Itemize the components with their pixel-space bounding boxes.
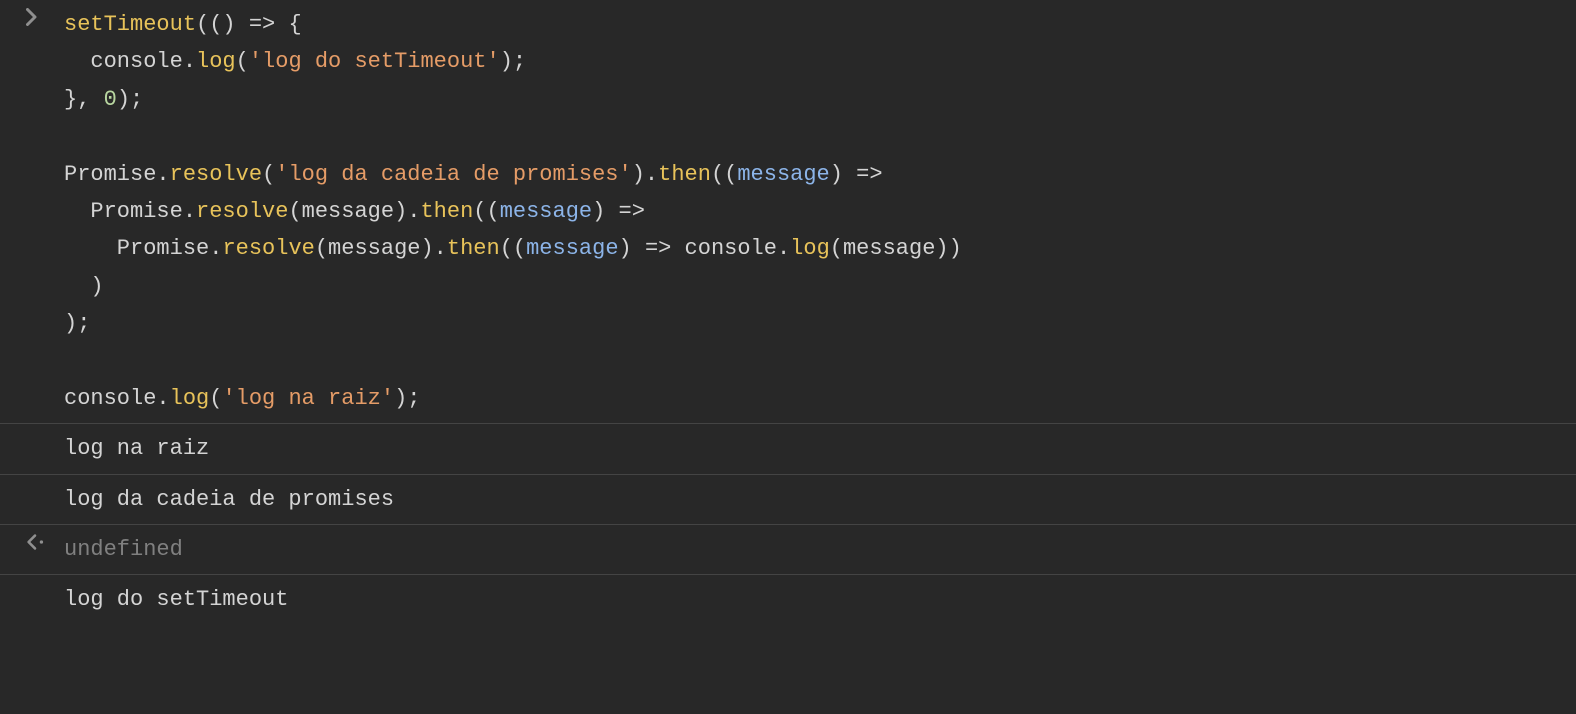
code-token: ( xyxy=(209,386,222,411)
code-token: ). xyxy=(632,162,658,187)
code-token: message xyxy=(500,199,592,224)
code-token: ) xyxy=(619,236,645,261)
code-token: }, xyxy=(64,87,104,112)
code-token: ); xyxy=(64,311,90,336)
code-token: ( xyxy=(236,49,249,74)
code-token: console. xyxy=(671,236,790,261)
code-token: log xyxy=(196,49,236,74)
code-token: Promise. xyxy=(64,199,196,224)
code-token: ) xyxy=(830,162,856,187)
console-log-row[interactable]: log na raiz xyxy=(0,424,1576,474)
code-token: ); xyxy=(500,49,526,74)
code-token: 'log na raiz' xyxy=(222,386,394,411)
code-token: => xyxy=(249,12,275,37)
code-token: => xyxy=(619,199,645,224)
console-return-row[interactable]: undefined xyxy=(0,525,1576,575)
log-message: log da cadeia de promises xyxy=(64,481,1566,518)
log-message: log do setTimeout xyxy=(64,581,1566,618)
code-token: (( xyxy=(711,162,737,187)
code-token: ); xyxy=(394,386,420,411)
code-token: ); xyxy=(117,87,143,112)
log-gutter xyxy=(8,481,64,483)
code-token: Promise. xyxy=(64,162,170,187)
log-message: log na raiz xyxy=(64,430,1566,467)
input-gutter xyxy=(8,6,64,33)
code-token: console. xyxy=(64,386,170,411)
console-log-row[interactable]: log do setTimeout xyxy=(0,575,1576,624)
code-token: message xyxy=(526,236,618,261)
code-token: (() xyxy=(196,12,249,37)
code-token: 'log do setTimeout' xyxy=(249,49,500,74)
code-token: ( xyxy=(262,162,275,187)
code-token: Promise. xyxy=(64,236,222,261)
code-token: (( xyxy=(500,236,526,261)
code-token: console. xyxy=(64,49,196,74)
devtools-console[interactable]: setTimeout(() => { console.log('log do s… xyxy=(0,0,1576,714)
console-input-row[interactable]: setTimeout(() => { console.log('log do s… xyxy=(0,0,1576,424)
code-token: setTimeout xyxy=(64,12,196,37)
code-token: (message). xyxy=(288,199,420,224)
log-gutter xyxy=(8,430,64,432)
output-gutter xyxy=(8,531,64,558)
code-token: resolve xyxy=(196,199,288,224)
log-gutter xyxy=(8,581,64,583)
input-code[interactable]: setTimeout(() => { console.log('log do s… xyxy=(64,6,1566,417)
chevron-right-icon xyxy=(26,8,38,33)
code-token: (message)) xyxy=(830,236,962,261)
code-token: message xyxy=(737,162,829,187)
code-token: (message). xyxy=(315,236,447,261)
code-token: log xyxy=(790,236,830,261)
code-token: => xyxy=(645,236,671,261)
return-arrow-icon xyxy=(26,533,44,558)
code-token: then xyxy=(447,236,500,261)
code-token: 'log da cadeia de promises' xyxy=(275,162,631,187)
code-token: resolve xyxy=(170,162,262,187)
code-token: => xyxy=(856,162,882,187)
code-token: log xyxy=(170,386,210,411)
code-token: { xyxy=(275,12,301,37)
return-value: undefined xyxy=(64,531,1566,568)
code-token: resolve xyxy=(222,236,314,261)
code-token: (( xyxy=(473,199,499,224)
code-token: 0 xyxy=(104,87,117,112)
code-token: then xyxy=(420,199,473,224)
code-token: then xyxy=(658,162,711,187)
console-log-row[interactable]: log da cadeia de promises xyxy=(0,475,1576,525)
code-token: ) xyxy=(592,199,618,224)
code-token: ) xyxy=(64,274,104,299)
